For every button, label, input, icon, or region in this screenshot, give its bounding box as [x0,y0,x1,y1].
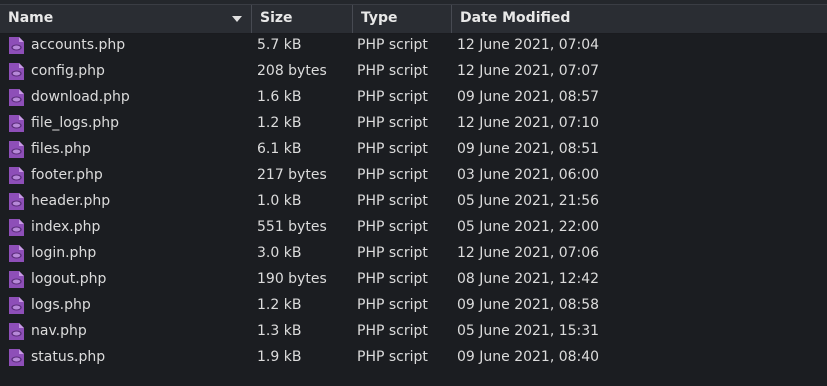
php-file-icon [8,244,25,263]
file-date-modified: 05 June 2021, 21:56 [457,193,600,209]
file-size: 208 bytes [257,63,327,79]
file-type: PHP script [357,141,428,157]
file-size: 1.0 kB [257,193,302,209]
file-row[interactable]: footer.php 217 bytes PHP script 03 June 202… [0,162,827,188]
column-header-type[interactable]: Type [353,5,452,33]
file-row[interactable]: nav.php 1.3 kB PHP script 05 June 2021, 15:… [0,318,827,344]
php-file-icon [8,296,25,315]
file-row[interactable]: accounts.php 5.7 kB PHP script 12 June 2021… [0,32,827,58]
file-date-modified: 08 June 2021, 12:42 [457,271,600,287]
file-size: 1.6 kB [257,89,302,105]
file-row[interactable]: index.php 551 bytes PHP script 05 June 2021… [0,214,827,240]
file-date-modified: 05 June 2021, 22:00 [457,219,600,235]
column-header-bar: Name Size Type Date Modified [0,4,827,34]
file-type: PHP script [357,245,428,261]
column-header-size-label: Size [260,10,293,26]
file-size: 1.3 kB [257,323,302,339]
file-type: PHP script [357,63,428,79]
file-name: logs.php [31,297,91,313]
file-rows: accounts.php 5.7 kB PHP script 12 June 2021… [0,32,827,370]
file-row[interactable]: config.php 208 bytes PHP script 12 June 202… [0,58,827,84]
file-type: PHP script [357,297,428,313]
php-file-icon [8,166,25,185]
php-file-icon [8,192,25,211]
file-date-modified: 09 June 2021, 08:57 [457,89,600,105]
php-file-icon [8,36,25,55]
file-size: 1.2 kB [257,297,302,313]
file-type: PHP script [357,167,428,183]
php-file-icon [8,88,25,107]
file-name: config.php [31,63,105,79]
file-date-modified: 12 June 2021, 07:10 [457,115,600,131]
file-type: PHP script [357,219,428,235]
file-row[interactable]: header.php 1.0 kB PHP script 05 June 2021, … [0,188,827,214]
php-file-icon [8,114,25,133]
file-name: file_logs.php [31,115,120,131]
file-size: 5.7 kB [257,37,302,53]
php-file-icon [8,140,25,159]
file-size: 1.9 kB [257,349,302,365]
file-name: status.php [31,349,106,365]
column-header-type-label: Type [361,10,398,26]
file-date-modified: 12 June 2021, 07:06 [457,245,600,261]
file-name: download.php [31,89,130,105]
file-date-modified: 09 June 2021, 08:58 [457,297,600,313]
file-name: accounts.php [31,37,126,53]
file-row[interactable]: status.php 1.9 kB PHP script 09 June 2021, … [0,344,827,370]
file-name: files.php [31,141,91,157]
php-file-icon [8,322,25,341]
file-size: 6.1 kB [257,141,302,157]
file-type: PHP script [357,271,428,287]
file-date-modified: 09 June 2021, 08:51 [457,141,600,157]
file-name: nav.php [31,323,87,339]
column-header-name[interactable]: Name [0,5,252,33]
file-size: 551 bytes [257,219,327,235]
file-size: 190 bytes [257,271,327,287]
file-row[interactable]: logs.php 1.2 kB PHP script 09 June 2021, 08… [0,292,827,318]
php-file-icon [8,218,25,237]
file-size: 3.0 kB [257,245,302,261]
file-name: header.php [31,193,111,209]
file-name: login.php [31,245,97,261]
file-row[interactable]: file_logs.php 1.2 kB PHP script 12 June 202… [0,110,827,136]
file-name: index.php [31,219,101,235]
column-header-size[interactable]: Size [252,5,353,33]
file-type: PHP script [357,115,428,131]
file-date-modified: 12 June 2021, 07:04 [457,37,600,53]
sort-descending-icon[interactable] [232,16,242,22]
file-row[interactable]: files.php 6.1 kB PHP script 09 June 2021, 0… [0,136,827,162]
file-row[interactable]: download.php 1.6 kB PHP script 09 June 2021… [0,84,827,110]
file-type: PHP script [357,89,428,105]
file-date-modified: 03 June 2021, 06:00 [457,167,600,183]
file-type: PHP script [357,37,428,53]
column-header-date-label: Date Modified [460,10,571,26]
file-name: logout.php [31,271,107,287]
file-type: PHP script [357,193,428,209]
file-row[interactable]: logout.php 190 bytes PHP script 08 June 202… [0,266,827,292]
file-date-modified: 05 June 2021, 15:31 [457,323,600,339]
file-date-modified: 09 June 2021, 08:40 [457,349,600,365]
php-file-icon [8,270,25,289]
php-file-icon [8,348,25,367]
php-file-icon [8,62,25,81]
file-type: PHP script [357,349,428,365]
file-row[interactable]: login.php 3.0 kB PHP script 12 June 2021, 0… [0,240,827,266]
file-size: 1.2 kB [257,115,302,131]
file-name: footer.php [31,167,103,183]
column-header-date-modified[interactable]: Date Modified [452,5,827,33]
file-size: 217 bytes [257,167,327,183]
file-type: PHP script [357,323,428,339]
file-date-modified: 12 June 2021, 07:07 [457,63,600,79]
column-header-name-label: Name [8,10,54,26]
